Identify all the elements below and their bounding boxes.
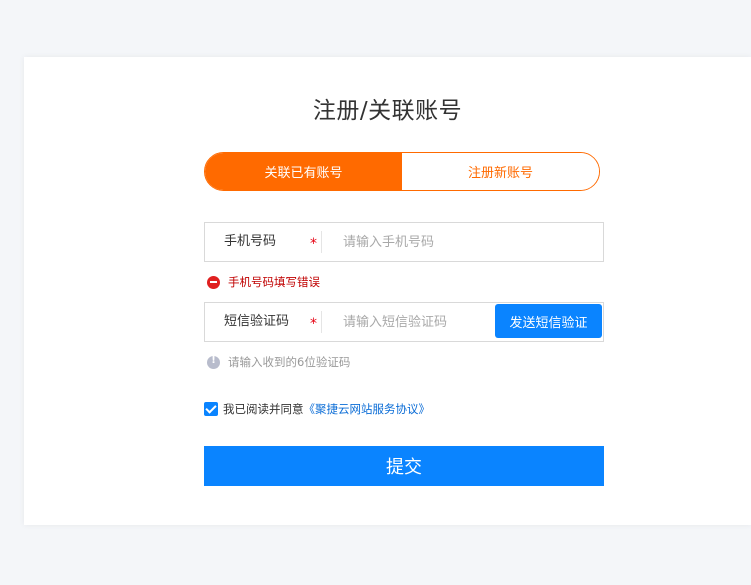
error-circle-icon xyxy=(207,275,220,289)
account-tabs: 关联已有账号 注册新账号 xyxy=(204,152,600,191)
tab-register-new[interactable]: 注册新账号 xyxy=(402,153,599,190)
agreement-text: 我已阅读并同意 xyxy=(223,402,304,416)
phone-error-message: 手机号码填写错误 xyxy=(207,274,320,290)
sms-required-mark: * xyxy=(310,316,317,332)
submit-button[interactable]: 提交 xyxy=(204,446,604,486)
phone-input[interactable] xyxy=(333,223,603,261)
sms-label: 短信验证码 xyxy=(224,314,290,329)
info-circle-icon xyxy=(207,355,220,369)
send-sms-button[interactable]: 发送短信验证 xyxy=(495,304,602,338)
phone-label: 手机号码 xyxy=(224,234,277,249)
phone-field-group: 手机号码 * xyxy=(204,222,604,262)
phone-divider xyxy=(321,231,322,253)
sms-field-group: 短信验证码 * 发送短信验证 xyxy=(204,302,604,342)
tab-link-existing[interactable]: 关联已有账号 xyxy=(205,153,402,190)
phone-error-text: 手机号码填写错误 xyxy=(228,275,320,289)
agreement-link[interactable]: 《聚捷云网站服务协议》 xyxy=(304,401,431,417)
sms-divider xyxy=(321,311,322,333)
sms-code-input[interactable] xyxy=(333,303,493,341)
sms-hint-message: 请输入收到的6位验证码 xyxy=(207,354,350,370)
agreement-row: 我已阅读并同意 《聚捷云网站服务协议》 xyxy=(204,401,430,417)
agreement-checkbox[interactable] xyxy=(204,402,218,416)
page-title: 注册/关联账号 xyxy=(312,98,463,124)
register-card: 注册/关联账号 关联已有账号 注册新账号 手机号码 * 手机号码填写错误 短信验… xyxy=(24,57,751,525)
sms-hint-text: 请输入收到的6位验证码 xyxy=(228,355,351,369)
phone-required-mark: * xyxy=(310,236,317,252)
